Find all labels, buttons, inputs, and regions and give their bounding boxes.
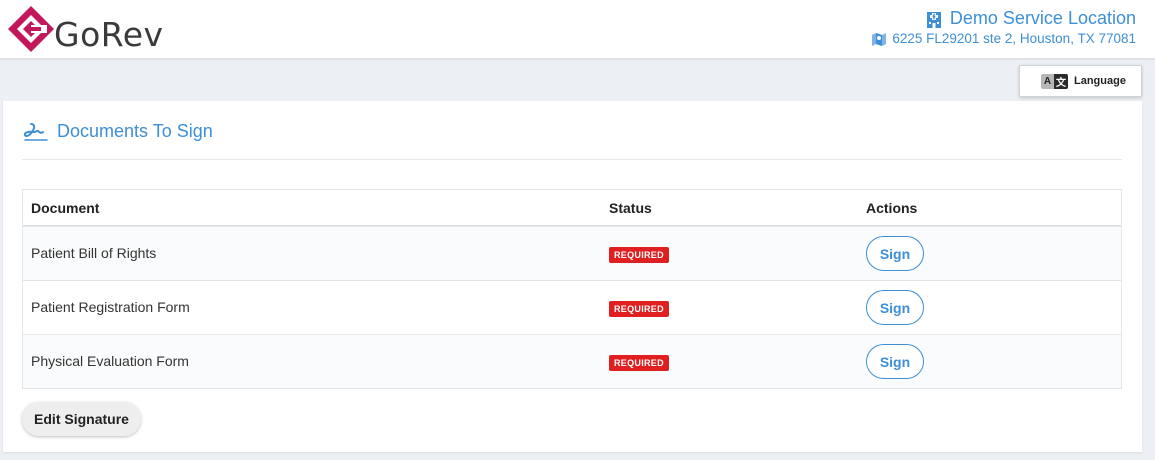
language-button[interactable]: A 文 Language	[1019, 65, 1142, 97]
document-name: Patient Registration Form	[31, 298, 190, 315]
map-icon	[872, 32, 887, 46]
translate-icon: A 文	[1041, 73, 1068, 89]
section-title: Documents To Sign	[57, 121, 213, 141]
table-row: Patient Registration Form REQUIRED Sign	[23, 280, 1121, 334]
divider	[22, 159, 1122, 160]
signature-icon	[23, 122, 48, 141]
status-badge: REQUIRED	[609, 246, 669, 263]
sign-button[interactable]: Sign	[866, 290, 924, 325]
location-name: Demo Service Location	[949, 8, 1136, 28]
document-name: Physical Evaluation Form	[31, 352, 189, 369]
sign-button[interactable]: Sign	[866, 344, 924, 379]
table-row: Physical Evaluation Form REQUIRED Sign	[23, 334, 1121, 388]
building-icon	[926, 11, 941, 28]
section-header: Documents To Sign	[23, 121, 213, 142]
gorev-logo-icon	[8, 6, 54, 52]
status-badge: REQUIRED	[609, 354, 669, 371]
column-header-document: Document	[31, 199, 100, 216]
status-badge: REQUIRED	[609, 300, 669, 317]
table-row: Patient Bill of Rights REQUIRED Sign	[23, 226, 1121, 280]
column-header-status: Status	[609, 199, 652, 216]
logo[interactable]: GoRev	[6, 2, 164, 56]
language-label: Language	[1074, 75, 1126, 87]
documents-table: Document Status Actions Patient Bill of …	[22, 189, 1122, 389]
service-location: Demo Service Location 6225 FL29201 ste 2…	[871, 8, 1136, 46]
top-header: GoRev Demo Service Location 6225 FL29201…	[0, 0, 1155, 60]
sign-button[interactable]: Sign	[866, 236, 924, 271]
brand-name: GoRev	[54, 14, 164, 54]
documents-card: Documents To Sign Document Status Action…	[3, 101, 1142, 452]
column-header-actions: Actions	[866, 199, 918, 216]
edit-signature-button[interactable]: Edit Signature	[22, 402, 141, 436]
table-header-row: Document Status Actions	[23, 190, 1121, 226]
document-name: Patient Bill of Rights	[31, 244, 157, 261]
location-address: 6225 FL29201 ste 2, Houston, TX 77081	[892, 31, 1136, 46]
